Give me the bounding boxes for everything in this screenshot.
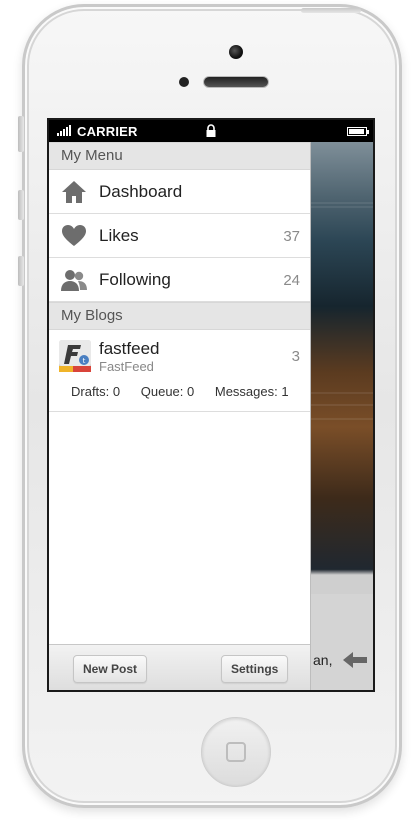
menu-item-dashboard[interactable]: Dashboard: [49, 170, 310, 214]
front-camera: [229, 45, 243, 59]
side-menu: My Menu Dashboard Likes 37 Following 24: [49, 142, 311, 690]
queue-stat[interactable]: Queue: 0: [141, 384, 195, 399]
home-square-icon: [226, 742, 246, 762]
blog-subtitle: FastFeed: [99, 359, 154, 374]
background-toolbar: [311, 594, 373, 690]
drafts-stat[interactable]: Drafts: 0: [71, 384, 120, 399]
lock-icon: [206, 124, 216, 137]
messages-stat[interactable]: Messages: 1: [215, 384, 289, 399]
volume-down-button: [18, 256, 24, 286]
background-post-content[interactable]: an,: [311, 142, 373, 690]
heart-icon: [62, 225, 86, 246]
screen: CARRIER an, My Menu Dashboard Likes 37 F…: [47, 118, 375, 692]
menu-item-label: Following: [99, 270, 171, 289]
mute-switch: [18, 116, 24, 152]
settings-button[interactable]: Settings: [221, 655, 289, 683]
blog-stats: Drafts: 0 Queue: 0 Messages: 1: [71, 384, 306, 399]
home-button[interactable]: [201, 717, 271, 787]
following-count: 24: [283, 272, 300, 289]
svg-text:t: t: [83, 357, 86, 365]
power-button: [301, 8, 361, 13]
earpiece-speaker: [203, 76, 269, 88]
proximity-sensor: [179, 77, 189, 87]
back-arrow-icon[interactable]: [343, 650, 367, 670]
menu-item-likes[interactable]: Likes 37: [49, 214, 310, 258]
section-header-my-blogs: My Blogs: [49, 302, 310, 330]
menu-item-following[interactable]: Following 24: [49, 258, 310, 302]
status-bar: CARRIER: [49, 120, 373, 142]
home-icon: [62, 181, 86, 203]
fastfeed-logo-icon: t: [59, 340, 91, 372]
section-header-my-menu: My Menu: [49, 142, 310, 170]
battery-icon: [347, 127, 369, 136]
volume-up-button: [18, 190, 24, 220]
blog-count: 3: [291, 348, 300, 365]
menu-item-label: Likes: [99, 226, 139, 245]
new-post-button[interactable]: New Post: [73, 655, 148, 683]
menu-toolbar: New Post Settings: [49, 644, 310, 690]
background-text-snippet: an,: [313, 652, 333, 668]
blog-item-fastfeed[interactable]: t fastfeed FastFeed 3 Drafts: 0 Queue: 0…: [49, 330, 310, 412]
people-icon: [61, 270, 87, 291]
menu-item-label: Dashboard: [99, 182, 183, 201]
carrier-label: CARRIER: [77, 124, 138, 139]
likes-count: 37: [283, 228, 300, 245]
blog-name: fastfeed: [99, 339, 160, 358]
